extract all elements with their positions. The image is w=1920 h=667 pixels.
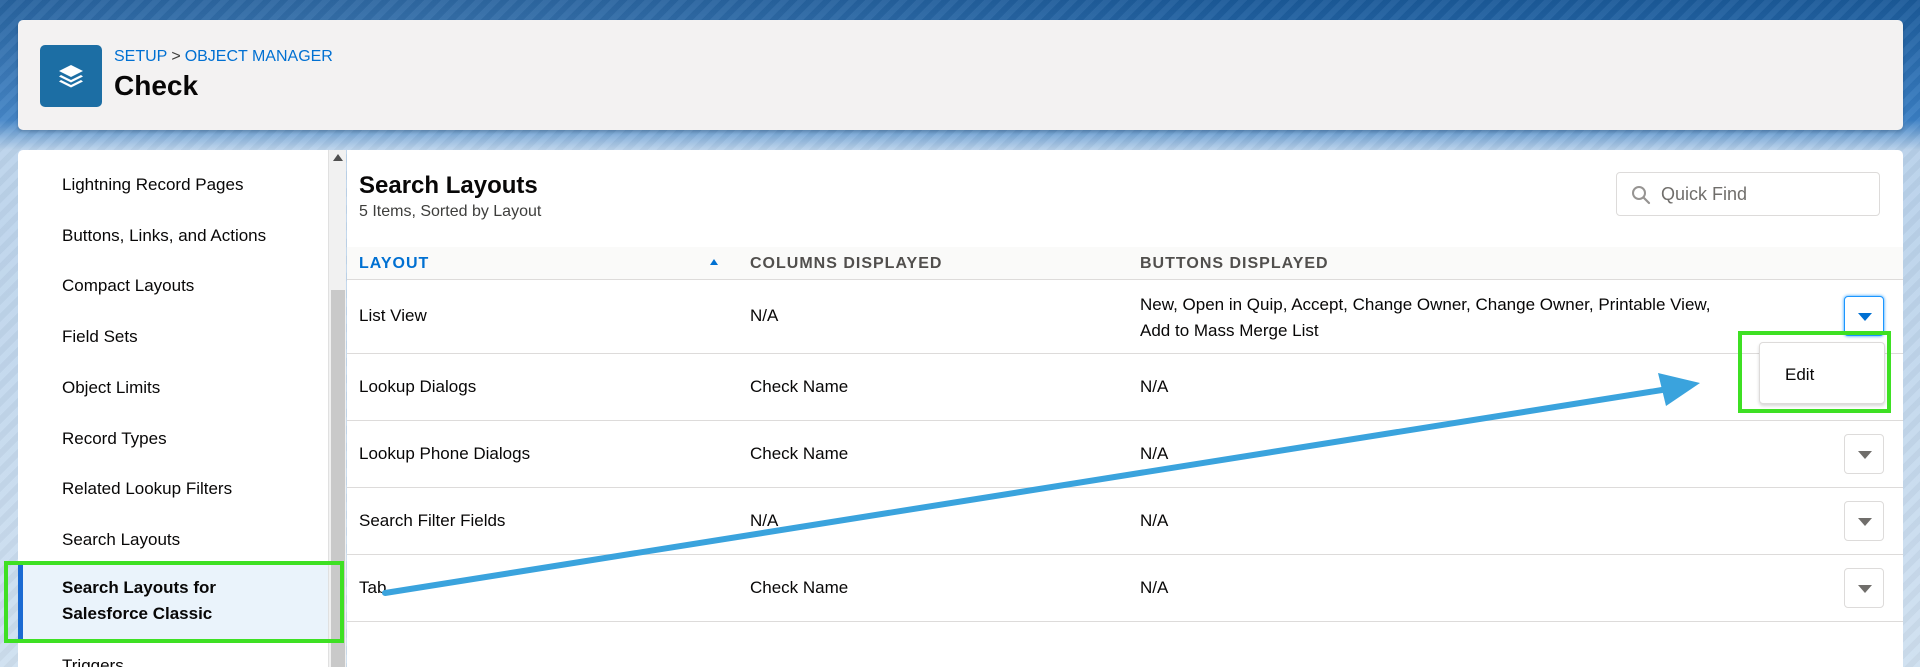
breadcrumb-object-manager-link[interactable]: OBJECT MANAGER — [185, 48, 333, 65]
row-actions-button[interactable] — [1844, 296, 1884, 336]
search-icon — [1632, 186, 1651, 205]
sidebar-item-related-lookup-filters[interactable]: Related Lookup Filters — [18, 476, 328, 502]
cell-buttons: N/A — [1140, 444, 1169, 463]
sidebar-item-triggers[interactable]: Triggers — [18, 653, 328, 667]
cell-columns: N/A — [750, 306, 779, 325]
scroll-up-arrow-icon[interactable] — [333, 154, 343, 161]
row-actions-button[interactable] — [1844, 434, 1884, 474]
table-row: Tab Check Name N/A — [347, 555, 1903, 622]
cell-layout: List View — [359, 306, 427, 325]
sort-ascending-icon[interactable] — [710, 259, 718, 265]
breadcrumb: SETUP > OBJECT MANAGER — [114, 48, 333, 66]
breadcrumb-setup-link[interactable]: SETUP — [114, 48, 167, 65]
chevron-down-icon — [1858, 518, 1872, 526]
sidebar-item-lightning-record-pages[interactable]: Lightning Record Pages — [18, 172, 328, 198]
cell-buttons: N/A — [1140, 377, 1169, 396]
sidebar-item-buttons-links-actions[interactable]: Buttons, Links, and Actions — [18, 223, 328, 249]
quick-find-input[interactable] — [1661, 181, 1871, 207]
sidebar-item-field-sets[interactable]: Field Sets — [18, 324, 328, 350]
cell-columns: Check Name — [750, 578, 849, 597]
row-actions-button[interactable] — [1844, 568, 1884, 608]
cell-columns: N/A — [750, 511, 779, 530]
table-header: LAYOUT COLUMNS DISPLAYED BUTTONS DISPLAY… — [347, 247, 1903, 280]
section-title: Search Layouts — [359, 172, 538, 199]
cell-layout: Lookup Dialogs — [359, 377, 477, 396]
cell-buttons-line2: Add to Mass Merge List — [1140, 321, 1319, 340]
column-header-layout[interactable]: LAYOUT — [359, 255, 429, 273]
cell-buttons: New, Open in Quip, Accept, Change Owner,… — [1140, 292, 1710, 344]
cell-layout: Lookup Phone Dialogs — [359, 444, 531, 463]
cell-columns: Check Name — [750, 444, 849, 463]
chevron-down-icon — [1858, 451, 1872, 459]
sidebar-item-search-layouts[interactable]: Search Layouts — [18, 527, 328, 553]
sidebar-highlight-box — [4, 561, 344, 643]
object-header: SETUP > OBJECT MANAGER Check — [18, 20, 1903, 130]
chevron-down-icon — [1858, 313, 1872, 321]
table-row: Search Filter Fields N/A N/A — [347, 488, 1903, 555]
layers-icon — [40, 45, 102, 107]
section-subtitle: 5 Items, Sorted by Layout — [359, 203, 542, 220]
cell-buttons: N/A — [1140, 511, 1169, 530]
cell-layout: Search Filter Fields — [359, 511, 506, 530]
row-actions-button[interactable] — [1844, 501, 1884, 541]
page-title: Check — [114, 70, 199, 101]
table-row: Lookup Phone Dialogs Check Name N/A — [347, 421, 1903, 488]
column-header-columns-displayed[interactable]: COLUMNS DISPLAYED — [750, 255, 942, 273]
cell-buttons: N/A — [1140, 578, 1169, 597]
sidebar-item-record-types[interactable]: Record Types — [18, 426, 328, 452]
cell-buttons-line1: New, Open in Quip, Accept, Change Owner,… — [1140, 295, 1711, 314]
main-panel: Search Layouts 5 Items, Sorted by Layout… — [347, 150, 1903, 667]
table-row: Lookup Dialogs Check Name N/A — [347, 354, 1903, 421]
breadcrumb-separator: > — [171, 48, 181, 65]
quick-find-box[interactable] — [1616, 172, 1880, 216]
cell-layout: Tab — [359, 578, 387, 597]
sidebar-item-compact-layouts[interactable]: Compact Layouts — [18, 273, 328, 299]
edit-highlight-box — [1738, 331, 1891, 413]
chevron-down-icon — [1858, 585, 1872, 593]
table-row: List View N/A New, Open in Quip, Accept,… — [347, 280, 1903, 354]
cell-columns: Check Name — [750, 377, 849, 396]
sidebar-item-object-limits[interactable]: Object Limits — [18, 375, 328, 401]
column-header-buttons-displayed[interactable]: BUTTONS DISPLAYED — [1140, 255, 1329, 273]
